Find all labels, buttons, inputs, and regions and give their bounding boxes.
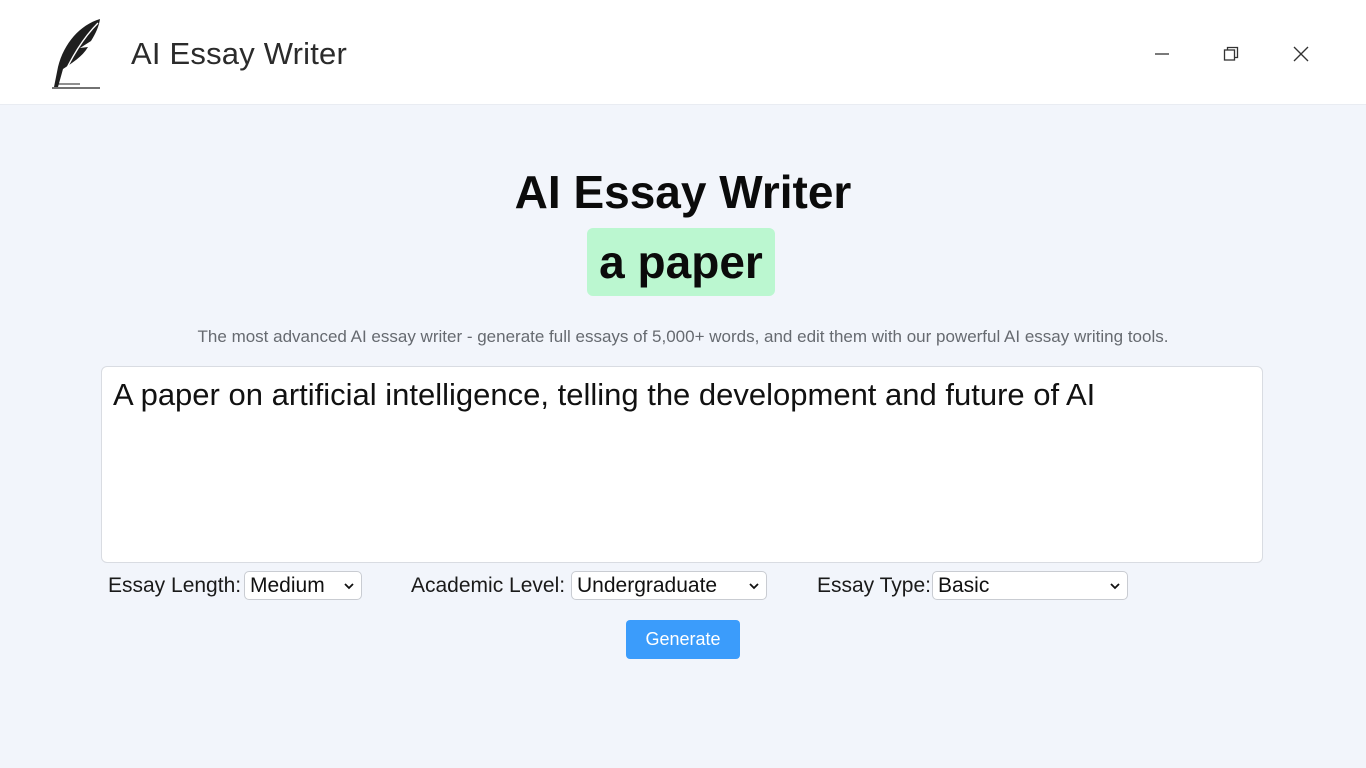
academic-level-select[interactable]: Undergraduate — [571, 571, 767, 600]
title-bar: AI Essay Writer — [0, 0, 1366, 105]
generate-button[interactable]: Generate — [626, 620, 740, 659]
essay-length-select[interactable]: Medium — [244, 571, 362, 600]
essay-length-label: Essay Length: — [108, 574, 242, 597]
highlighted-document-type: a paper — [587, 228, 775, 296]
page-subtitle: The most advanced AI essay writer - gene… — [197, 327, 1169, 346]
app-title: AI Essay Writer — [131, 36, 348, 71]
restore-button[interactable] — [1211, 34, 1251, 74]
chevron-down-icon — [1110, 582, 1120, 589]
main-content: AI Essay Writer a paper The most advance… — [0, 105, 1366, 768]
academic-level-label: Academic Level: — [411, 574, 566, 597]
essay-prompt-input[interactable]: A paper on artificial intelligence, tell… — [101, 366, 1263, 563]
academic-level-value: Undergraduate — [577, 573, 718, 597]
feather-quill-icon — [52, 19, 100, 89]
close-button[interactable] — [1281, 34, 1321, 74]
chevron-down-icon — [749, 582, 759, 589]
chevron-down-icon — [344, 582, 354, 589]
essay-type-label: Essay Type: — [817, 574, 932, 597]
minimize-button[interactable] — [1142, 34, 1182, 74]
page-title: AI Essay Writer — [514, 166, 852, 218]
minimize-icon — [1155, 53, 1169, 55]
essay-length-value: Medium — [250, 573, 325, 597]
essay-type-value: Basic — [938, 573, 990, 597]
essay-type-select[interactable]: Basic — [932, 571, 1128, 600]
restore-icon — [1223, 46, 1239, 61]
essay-options: Essay Length: Medium Academic Level: Und… — [0, 571, 1366, 601]
close-icon — [1293, 46, 1309, 62]
